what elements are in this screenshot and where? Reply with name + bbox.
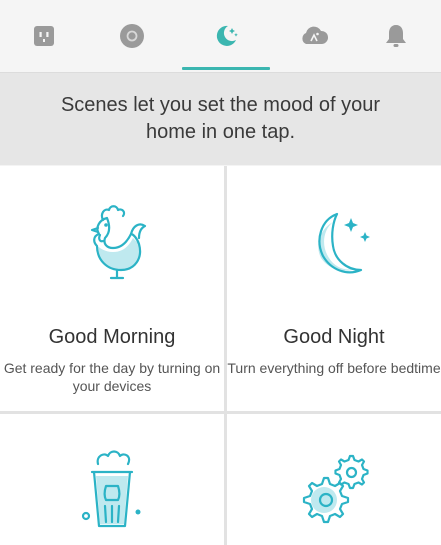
- scenes-screen: Scenes let you set the mood of your home…: [0, 0, 441, 545]
- scenes-intro-banner: Scenes let you set the mood of your home…: [0, 73, 441, 165]
- scene-description: Turn everything off before bedtime: [227, 360, 441, 376]
- tab-cloud[interactable]: [270, 0, 358, 72]
- tab-notifications[interactable]: [352, 0, 440, 72]
- circle-device-icon: [120, 24, 144, 48]
- scene-icon-wrap: [227, 200, 441, 290]
- scene-icon-wrap: [227, 440, 441, 540]
- moon-stars-icon: [318, 212, 370, 274]
- tab-devices[interactable]: [0, 0, 88, 72]
- scene-card-movie[interactable]: [0, 414, 224, 545]
- scenes-grid: Good Morning Get ready for the day by tu…: [0, 166, 441, 545]
- tab-device-status[interactable]: [88, 0, 176, 72]
- scene-description: Get ready for the day by turning on your…: [3, 360, 221, 394]
- scenes-moon-icon: [216, 25, 238, 46]
- scene-card-good-morning[interactable]: Good Morning Get ready for the day by tu…: [0, 166, 224, 411]
- gears-icon: [302, 454, 369, 524]
- rooster-icon: [90, 205, 147, 280]
- top-tab-bar: [0, 0, 441, 73]
- scene-card-custom[interactable]: [227, 414, 441, 545]
- tab-scenes[interactable]: [182, 0, 270, 72]
- scene-title: Good Morning: [48, 326, 176, 348]
- scene-card-good-night[interactable]: Good Night Turn everything off before be…: [227, 166, 441, 411]
- cloud-icon: [302, 26, 329, 44]
- banner-text: Scenes let you set the mood of your home…: [60, 94, 381, 143]
- scene-icon-wrap: [0, 442, 224, 542]
- scene-title: Good Night: [283, 326, 385, 348]
- active-tab-indicator: [182, 67, 270, 70]
- outlet-icon: [34, 26, 54, 46]
- popcorn-icon: [81, 450, 141, 528]
- bell-icon: [386, 25, 406, 47]
- scene-icon-wrap: [0, 198, 224, 288]
